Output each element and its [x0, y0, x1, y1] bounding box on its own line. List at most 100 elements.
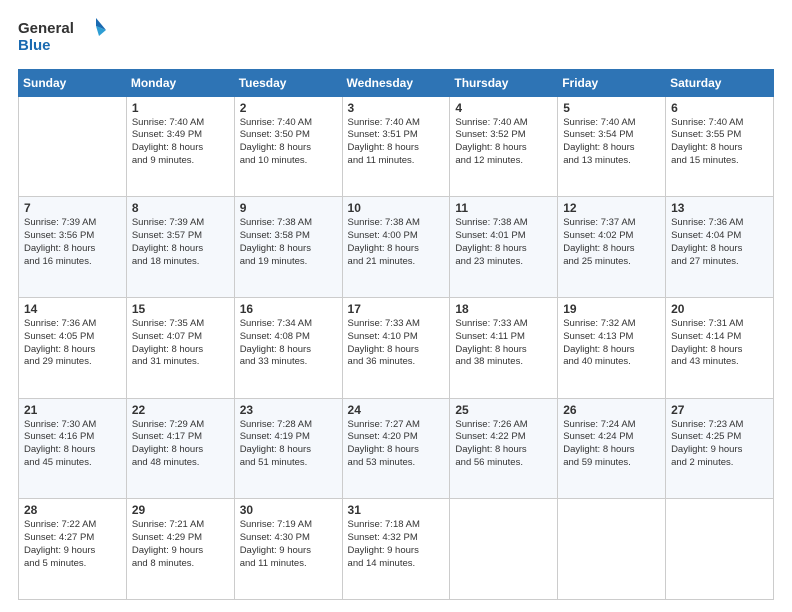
weekday-header: Sunday [19, 69, 127, 96]
calendar-cell: 5Sunrise: 7:40 AMSunset: 3:54 PMDaylight… [558, 96, 666, 197]
calendar-cell: 17 Sunrise: 7:33 AMSunset: 4:10 PMDayligh… [342, 297, 450, 398]
day-number: 25 [455, 403, 552, 417]
day-number: 23 [240, 403, 337, 417]
calendar-cell: 8Sunrise: 7:39 AMSunset: 3:57 PMDaylight… [126, 197, 234, 298]
calendar-week-row: 28 Sunrise: 7:22 AMSunset: 4:27 PMDayligh… [19, 499, 774, 600]
calendar-cell: 23 Sunrise: 7:28 AMSunset: 4:19 PMDayligh… [234, 398, 342, 499]
cell-content: Sunrise: 7:30 AMSunset: 4:16 PMDaylight:… [24, 419, 121, 470]
day-number: 10 [348, 201, 445, 215]
day-number: 4 [455, 101, 552, 115]
calendar-cell: 3 Sunrise: 7:40 AMSunset: 3:51 PMDaylight… [342, 96, 450, 197]
cell-content: Sunrise: 7:28 AMSunset: 4:19 PMDaylight:… [240, 419, 337, 470]
svg-text:General: General [18, 20, 74, 37]
cell-content: Sunrise: 7:36 AMSunset: 4:05 PMDaylight:… [24, 318, 121, 369]
calendar-cell: 25Sunrise: 7:26 AMSunset: 4:22 PMDayligh… [450, 398, 558, 499]
logo-svg: General Blue [18, 16, 108, 54]
day-number: 19 [563, 302, 660, 316]
day-number: 15 [132, 302, 229, 316]
cell-content: Sunrise: 7:22 AMSunset: 4:27 PMDaylight:… [24, 519, 121, 570]
cell-content: Sunrise: 7:38 AMSunset: 3:58 PMDaylight:… [240, 217, 337, 268]
cell-content: Sunrise: 7:23 AMSunset: 4:25 PMDaylight:… [671, 419, 768, 470]
weekday-header: Friday [558, 69, 666, 96]
calendar-cell: 18Sunrise: 7:33 AMSunset: 4:11 PMDayligh… [450, 297, 558, 398]
cell-content: Sunrise: 7:34 AMSunset: 4:08 PMDaylight:… [240, 318, 337, 369]
calendar-cell: 11Sunrise: 7:38 AMSunset: 4:01 PMDayligh… [450, 197, 558, 298]
calendar-week-row: 21 Sunrise: 7:30 AMSunset: 4:16 PMDayligh… [19, 398, 774, 499]
cell-content: Sunrise: 7:40 AMSunset: 3:51 PMDaylight:… [348, 117, 445, 168]
day-number: 12 [563, 201, 660, 215]
calendar-cell: 2 Sunrise: 7:40 AMSunset: 3:50 PMDaylight… [234, 96, 342, 197]
cell-content: Sunrise: 7:19 AMSunset: 4:30 PMDaylight:… [240, 519, 337, 570]
calendar-week-row: 7 Sunrise: 7:39 AMSunset: 3:56 PMDaylight… [19, 197, 774, 298]
calendar-cell: 19 Sunrise: 7:32 AMSunset: 4:13 PMDayligh… [558, 297, 666, 398]
cell-content: Sunrise: 7:24 AMSunset: 4:24 PMDaylight:… [563, 419, 660, 470]
cell-content: Sunrise: 7:29 AMSunset: 4:17 PMDaylight:… [132, 419, 229, 470]
calendar-cell: 21 Sunrise: 7:30 AMSunset: 4:16 PMDayligh… [19, 398, 127, 499]
calendar-cell: 29 Sunrise: 7:21 AMSunset: 4:29 PMDayligh… [126, 499, 234, 600]
day-number: 22 [132, 403, 229, 417]
cell-content: Sunrise: 7:40 AMSunset: 3:52 PMDaylight:… [455, 117, 552, 168]
calendar-cell: 1Sunrise: 7:40 AMSunset: 3:49 PMDaylight… [126, 96, 234, 197]
day-number: 27 [671, 403, 768, 417]
weekday-header: Tuesday [234, 69, 342, 96]
calendar-cell: 13 Sunrise: 7:36 AMSunset: 4:04 PMDayligh… [666, 197, 774, 298]
cell-content: Sunrise: 7:35 AMSunset: 4:07 PMDaylight:… [132, 318, 229, 369]
day-number: 28 [24, 503, 121, 517]
day-number: 2 [240, 101, 337, 115]
day-number: 24 [348, 403, 445, 417]
day-number: 29 [132, 503, 229, 517]
day-number: 8 [132, 201, 229, 215]
day-number: 30 [240, 503, 337, 517]
calendar-cell: 31Sunrise: 7:18 AMSunset: 4:32 PMDayligh… [342, 499, 450, 600]
cell-content: Sunrise: 7:31 AMSunset: 4:14 PMDaylight:… [671, 318, 768, 369]
calendar-cell: 15 Sunrise: 7:35 AMSunset: 4:07 PMDayligh… [126, 297, 234, 398]
calendar-cell: 24 Sunrise: 7:27 AMSunset: 4:20 PMDayligh… [342, 398, 450, 499]
cell-content: Sunrise: 7:36 AMSunset: 4:04 PMDaylight:… [671, 217, 768, 268]
calendar-cell: 20 Sunrise: 7:31 AMSunset: 4:14 PMDayligh… [666, 297, 774, 398]
cell-content: Sunrise: 7:37 AMSunset: 4:02 PMDaylight:… [563, 217, 660, 268]
logo: General Blue [18, 16, 108, 59]
day-number: 6 [671, 101, 768, 115]
cell-content: Sunrise: 7:32 AMSunset: 4:13 PMDaylight:… [563, 318, 660, 369]
calendar-cell: 4 Sunrise: 7:40 AMSunset: 3:52 PMDaylight… [450, 96, 558, 197]
cell-content: Sunrise: 7:21 AMSunset: 4:29 PMDaylight:… [132, 519, 229, 570]
calendar-cell [666, 499, 774, 600]
weekday-header: Thursday [450, 69, 558, 96]
day-number: 13 [671, 201, 768, 215]
calendar-cell: 28 Sunrise: 7:22 AMSunset: 4:27 PMDayligh… [19, 499, 127, 600]
calendar-cell [558, 499, 666, 600]
calendar-week-row: 1Sunrise: 7:40 AMSunset: 3:49 PMDaylight… [19, 96, 774, 197]
weekday-header: Saturday [666, 69, 774, 96]
day-number: 9 [240, 201, 337, 215]
logo-container: General Blue [18, 16, 108, 59]
cell-content: Sunrise: 7:40 AMSunset: 3:50 PMDaylight:… [240, 117, 337, 168]
day-number: 7 [24, 201, 121, 215]
day-number: 31 [348, 503, 445, 517]
cell-content: Sunrise: 7:40 AMSunset: 3:55 PMDaylight:… [671, 117, 768, 168]
cell-content: Sunrise: 7:39 AMSunset: 3:56 PMDaylight:… [24, 217, 121, 268]
weekday-header: Wednesday [342, 69, 450, 96]
calendar-cell: 10Sunrise: 7:38 AMSunset: 4:00 PMDayligh… [342, 197, 450, 298]
calendar-cell: 27 Sunrise: 7:23 AMSunset: 4:25 PMDayligh… [666, 398, 774, 499]
calendar-cell: 6 Sunrise: 7:40 AMSunset: 3:55 PMDaylight… [666, 96, 774, 197]
calendar-cell: 30 Sunrise: 7:19 AMSunset: 4:30 PMDayligh… [234, 499, 342, 600]
calendar-cell [450, 499, 558, 600]
calendar-cell [19, 96, 127, 197]
day-number: 26 [563, 403, 660, 417]
calendar-cell: 12 Sunrise: 7:37 AMSunset: 4:02 PMDayligh… [558, 197, 666, 298]
calendar-cell: 22 Sunrise: 7:29 AMSunset: 4:17 PMDayligh… [126, 398, 234, 499]
day-number: 5 [563, 101, 660, 115]
cell-content: Sunrise: 7:38 AMSunset: 4:01 PMDaylight:… [455, 217, 552, 268]
day-number: 20 [671, 302, 768, 316]
day-number: 21 [24, 403, 121, 417]
calendar-header-row: SundayMondayTuesdayWednesdayThursdayFrid… [19, 69, 774, 96]
day-number: 17 [348, 302, 445, 316]
cell-content: Sunrise: 7:40 AMSunset: 3:49 PMDaylight:… [132, 117, 229, 168]
day-number: 18 [455, 302, 552, 316]
calendar-cell: 14Sunrise: 7:36 AMSunset: 4:05 PMDayligh… [19, 297, 127, 398]
weekday-header: Monday [126, 69, 234, 96]
calendar-cell: 16Sunrise: 7:34 AMSunset: 4:08 PMDayligh… [234, 297, 342, 398]
day-number: 3 [348, 101, 445, 115]
cell-content: Sunrise: 7:27 AMSunset: 4:20 PMDaylight:… [348, 419, 445, 470]
cell-content: Sunrise: 7:33 AMSunset: 4:10 PMDaylight:… [348, 318, 445, 369]
